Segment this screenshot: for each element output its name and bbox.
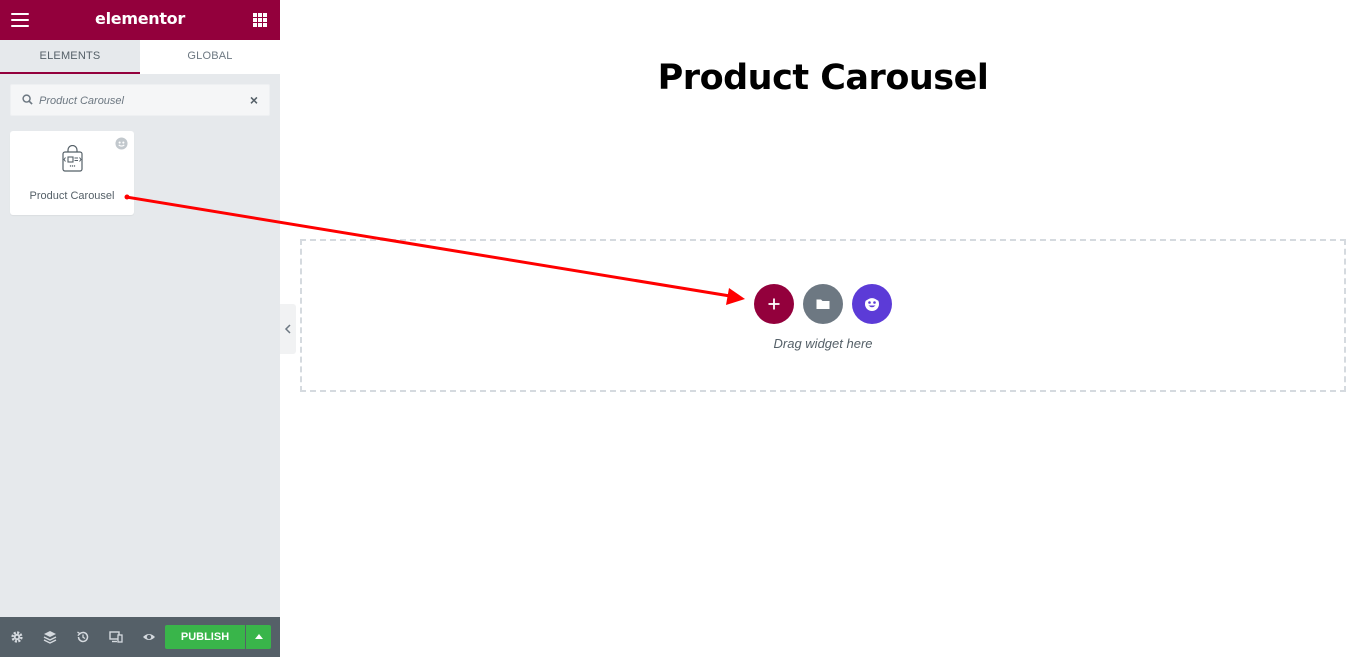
chevron-left-icon [284,324,291,334]
search-icon [22,94,33,105]
page-title: Product Carousel [657,58,989,98]
panel-footer: PUBLISH [0,617,280,657]
panel-header: elementor [0,0,280,40]
widgets-grid-icon[interactable] [253,13,267,27]
tab-elements[interactable]: ELEMENTS [0,40,140,74]
emoji-library-button[interactable] [852,284,892,324]
add-template-button[interactable] [803,284,843,324]
drag-widget-hint: Drag widget here [773,336,873,351]
search-box: × [10,84,270,116]
folder-icon [816,299,830,309]
emoji-face-icon [865,296,879,311]
emoji-badge-icon [115,137,128,150]
settings-icon[interactable] [10,630,24,644]
clear-search-icon[interactable]: × [250,93,258,107]
add-section-button[interactable] [754,284,794,324]
search-input[interactable] [39,92,239,110]
navigator-layers-icon[interactable] [43,630,57,644]
product-carousel-icon [62,145,83,172]
history-icon[interactable] [76,630,90,644]
widget-drop-zone[interactable]: Drag widget here [300,239,1346,392]
panel-tabs: ELEMENTS GLOBAL [0,40,280,74]
panel-collapse-toggle[interactable] [280,304,296,354]
widget-product-carousel[interactable]: Product Carousel [10,131,134,215]
publish-button[interactable]: PUBLISH [165,625,245,649]
preview-eye-icon[interactable] [142,630,156,644]
responsive-mode-icon[interactable] [109,630,123,644]
publish-options-button[interactable] [246,625,271,649]
elementor-panel: elementor ELEMENTS GLOBAL × [0,0,280,657]
widget-label: Product Carousel [29,190,115,202]
tab-global[interactable]: GLOBAL [140,40,280,74]
elementor-logo: elementor [95,9,185,28]
plus-icon [768,298,780,310]
